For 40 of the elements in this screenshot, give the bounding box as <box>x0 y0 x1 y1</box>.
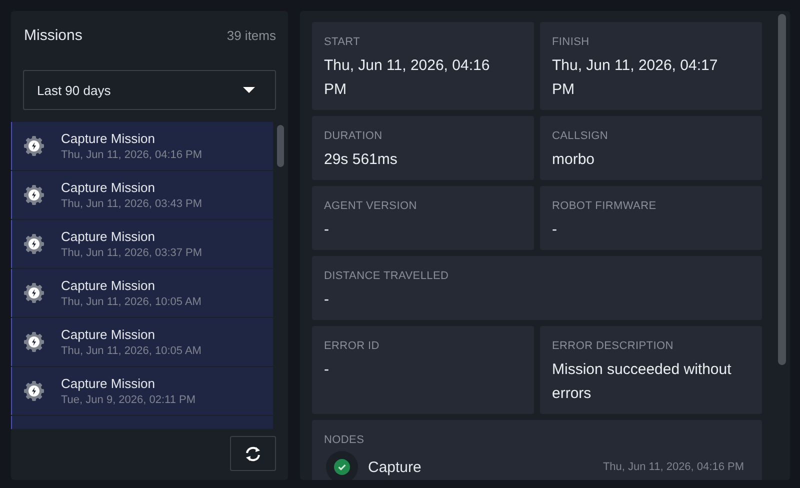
refresh-icon <box>244 444 262 462</box>
field-value: Thu, Jun 11, 2026, 04:17 PM <box>552 56 719 100</box>
field-value: - <box>324 360 330 380</box>
gear-icon <box>23 282 45 304</box>
field-value: morbo <box>552 150 596 170</box>
field-label: NODES <box>324 434 366 447</box>
field-value: - <box>324 220 330 240</box>
field-label: CALLSIGN <box>552 130 610 143</box>
field-value: Thu, Jun 11, 2026, 04:16 PM <box>324 56 491 100</box>
mission-list-item[interactable]: Capture Mission Thu, Jun 11, 2026, 04:16 PM <box>11 122 273 170</box>
field-label: AGENT VERSION <box>324 200 418 213</box>
field-value: Mission succeeded without errors <box>552 360 732 404</box>
scrollbar-thumb[interactable] <box>778 14 786 365</box>
mission-list-item[interactable]: Capture Mission Tue, Jun 9, 2026, 02:11 PM <box>11 367 273 415</box>
scrollbar-thumb[interactable] <box>277 125 284 167</box>
field-value: - <box>324 290 330 310</box>
field-value: 29s 561ms <box>324 150 398 170</box>
gear-icon <box>23 380 45 402</box>
date-range-dropdown[interactable]: Last 90 days <box>23 70 276 110</box>
refresh-button[interactable] <box>230 436 276 471</box>
node-row[interactable]: Capture Thu, Jun 11, 2026, 04:16 PM <box>324 451 750 480</box>
field-label: DISTANCE TRAVELLED <box>324 270 450 283</box>
field-label: ROBOT FIRMWARE <box>552 200 658 213</box>
mission-list-item[interactable]: Capture Mission Thu, Jun 11, 2026, 10:05 AM <box>11 269 273 317</box>
field-value: - <box>552 220 558 240</box>
gear-icon <box>23 184 45 206</box>
mission-list-item[interactable]: Capture Mission Thu, Jun 11, 2026, 10:05 AM <box>11 318 273 366</box>
field-label: FINISH <box>552 36 590 49</box>
field-label: ERROR ID <box>324 340 380 353</box>
mission-list-item[interactable]: Capture Mission Thu, Jun 11, 2026, 03:43 PM <box>11 171 273 219</box>
gear-icon <box>23 135 45 157</box>
gear-icon <box>23 233 45 255</box>
field-label: START <box>324 36 362 49</box>
panel-title: Missions <box>24 27 82 44</box>
field-label: ERROR DESCRIPTION <box>552 340 674 353</box>
caret-icon <box>243 87 255 93</box>
mission-list-item[interactable]: Capture Mission Thu, Jun 11, 2026, 03:37 PM <box>11 220 273 268</box>
item-count: 39 items <box>226 28 276 43</box>
gear-icon <box>23 331 45 353</box>
field-label: DURATION <box>324 130 384 143</box>
